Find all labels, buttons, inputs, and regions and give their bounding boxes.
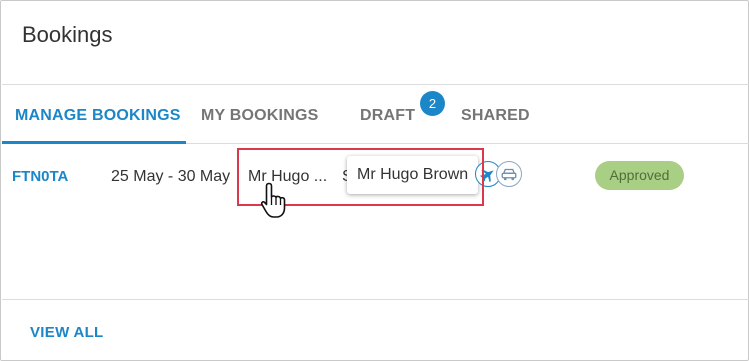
draft-count-badge: 2 (420, 91, 445, 116)
booking-row[interactable]: FTN0TA 25 May - 30 May Mr Hugo ... S Mr … (2, 144, 749, 208)
panel-header: Bookings (2, 2, 749, 85)
page-title: Bookings (22, 22, 113, 47)
booking-dates: 25 May - 30 May (111, 168, 231, 185)
tab-my-bookings[interactable]: MY BOOKINGS (201, 107, 318, 125)
status-badge: Approved (595, 161, 684, 190)
booking-reference-link[interactable]: FTN0TA (12, 168, 68, 185)
tab-manage-bookings[interactable]: MANAGE BOOKINGS (15, 107, 181, 125)
bookings-panel: Bookings MANAGE BOOKINGS MY BOOKINGS DRA… (0, 0, 749, 361)
hand-cursor-icon (260, 182, 286, 218)
car-icon (496, 161, 522, 187)
tab-draft[interactable]: DRAFT (360, 107, 415, 125)
tab-shared[interactable]: SHARED (461, 107, 530, 125)
panel-footer: VIEW ALL (2, 299, 749, 361)
tab-bar: MANAGE BOOKINGS MY BOOKINGS DRAFT 2 SHAR… (2, 85, 749, 144)
view-all-link[interactable]: VIEW ALL (30, 324, 104, 341)
